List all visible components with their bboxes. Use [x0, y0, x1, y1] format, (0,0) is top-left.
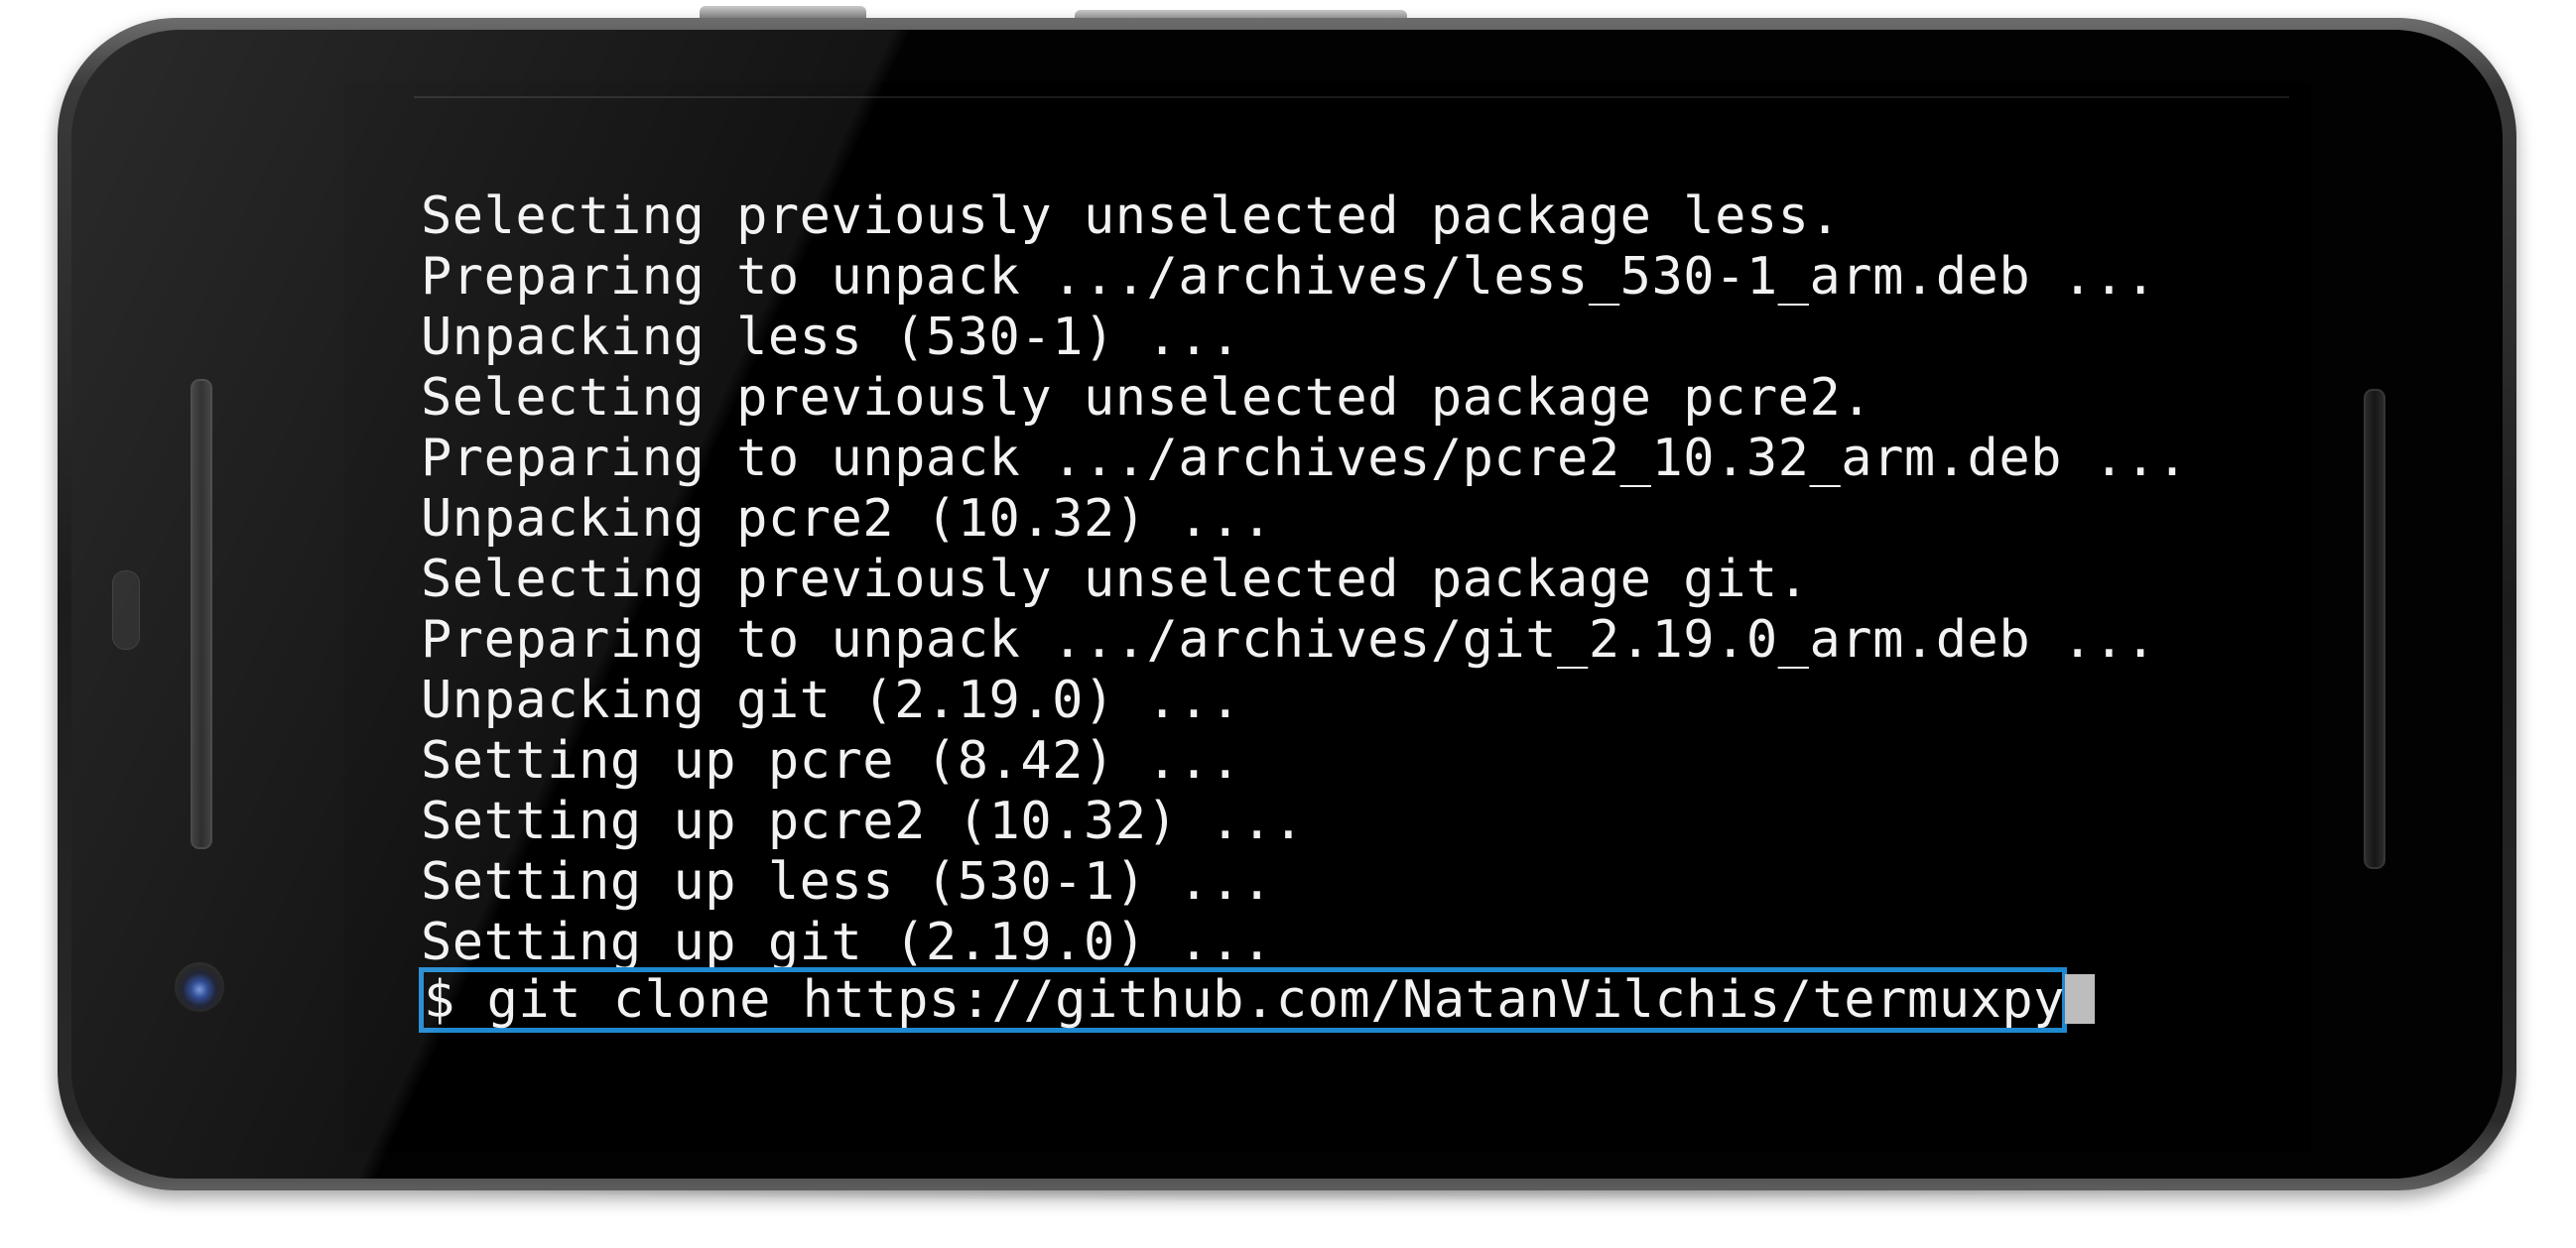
- text-cursor: [2064, 974, 2095, 1024]
- terminal-output: Selecting previously unselected package …: [421, 187, 2281, 973]
- right-speaker-grille: [2364, 389, 2385, 869]
- terminal-line: Unpacking pcre2 (10.32) ...: [421, 489, 1273, 549]
- front-camera-icon: [175, 962, 224, 1012]
- terminal-line: Selecting previously unselected package …: [421, 550, 1810, 609]
- terminal-line: Setting up less (530-1) ...: [421, 852, 1273, 912]
- terminal-line: Preparing to unpack .../archives/less_53…: [421, 247, 2157, 307]
- terminal-line: Preparing to unpack .../archives/pcre2_1…: [421, 429, 2189, 488]
- command-input[interactable]: $ git clone https://github.com/NatanVilc…: [424, 972, 2095, 1028]
- proximity-sensor: [112, 570, 140, 650]
- terminal-line: Setting up pcre2 (10.32) ...: [421, 792, 1305, 851]
- status-bar-divider: [414, 96, 2289, 98]
- left-speaker-grille: [191, 379, 212, 849]
- phone-front: Selecting previously unselected package …: [71, 30, 2503, 1179]
- terminal-line: Selecting previously unselected package …: [421, 368, 1873, 428]
- command-text: $ git clone https://github.com/NatanVilc…: [424, 970, 2065, 1030]
- terminal-line: Setting up pcre (8.42) ...: [421, 731, 1241, 791]
- terminal-line: Unpacking less (530-1) ...: [421, 308, 1241, 367]
- command-input-highlight[interactable]: $ git clone https://github.com/NatanVilc…: [419, 967, 2095, 1033]
- terminal-line: Selecting previously unselected package …: [421, 187, 1842, 246]
- terminal-line: Setting up git (2.19.0) ...: [421, 913, 1273, 972]
- terminal-line: Unpacking git (2.19.0) ...: [421, 671, 1241, 730]
- terminal-line: Preparing to unpack .../archives/git_2.1…: [421, 610, 2157, 670]
- terminal-screen[interactable]: Selecting previously unselected package …: [344, 81, 2311, 1153]
